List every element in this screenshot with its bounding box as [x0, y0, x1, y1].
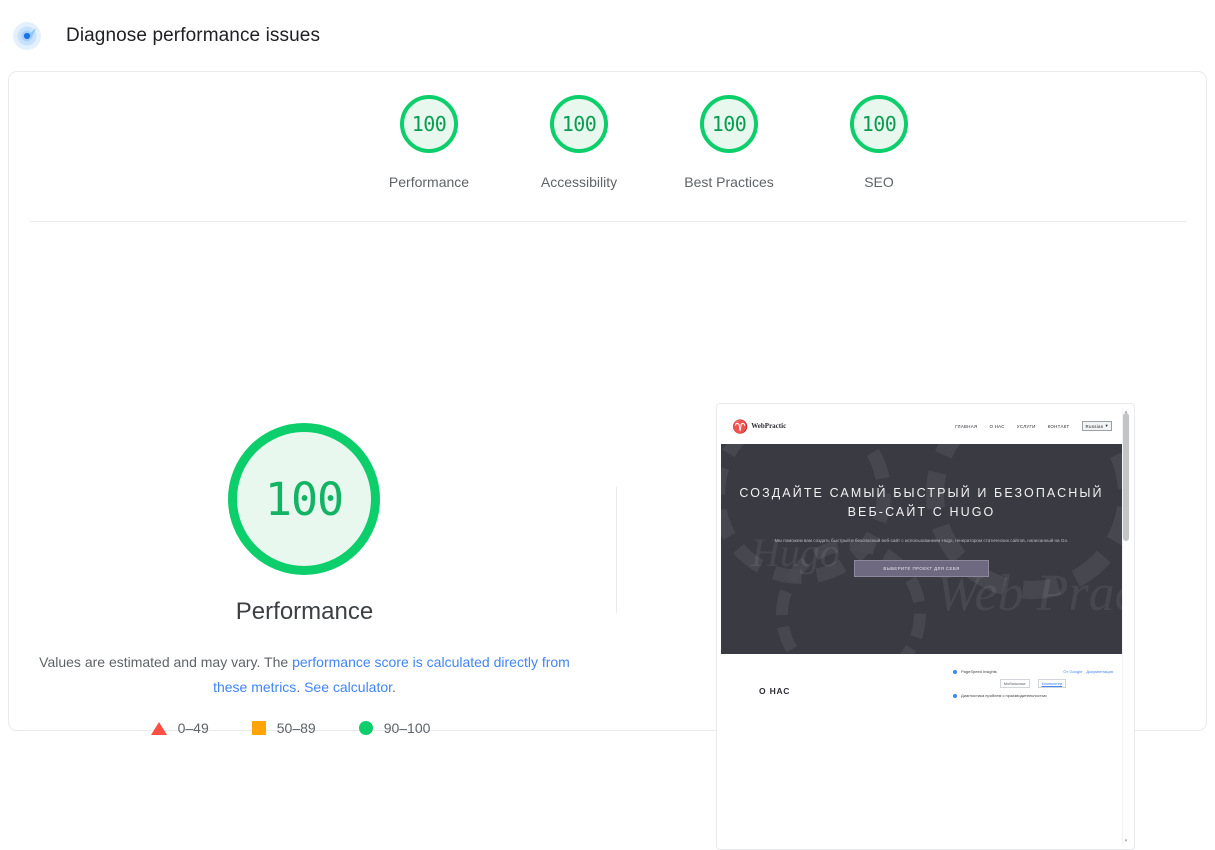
- gauge-label: SEO: [864, 174, 894, 190]
- hero-cta-button: ВЫБЕРИТЕ ПРОЕКТ ДЛЯ СЕБЯ: [854, 560, 989, 577]
- performance-gauge-score: 100: [228, 423, 380, 575]
- category-gauge-performance[interactable]: 100 Performance: [354, 95, 504, 221]
- category-gauge-seo[interactable]: 100 SEO: [804, 95, 954, 221]
- site-navbar: ♈ WebPractic ГЛАВНАЯ О НАС УСЛУГИ КОНТАК…: [721, 408, 1122, 444]
- score-summary: 100 Performance Values are estimated and…: [9, 222, 600, 736]
- legend-item-fail: 0–49: [150, 720, 209, 736]
- page-header: Diagnose performance issues: [0, 0, 1215, 71]
- gauge-label: Best Practices: [684, 174, 774, 190]
- legend-range: 50–89: [276, 720, 316, 736]
- site-nav-item-contact: КОНТАКТ: [1047, 423, 1070, 429]
- legend-range: 0–49: [177, 720, 209, 736]
- legend-item-pass: 90–100: [358, 720, 431, 736]
- score-disclaimer: Values are estimated and may vary. The p…: [37, 650, 572, 700]
- legend-item-average: 50–89: [251, 720, 316, 736]
- about-section-title: О НАС: [759, 686, 791, 696]
- triangle-fail-icon: [150, 721, 167, 735]
- circle-pass-icon: [358, 721, 373, 735]
- psi-tab-mobile: Мобильные: [999, 679, 1030, 688]
- performance-detail-section: 100 Performance Values are estimated and…: [9, 222, 1206, 850]
- psi-device-tabs: Мобильные Компьютер: [953, 679, 1113, 688]
- vertical-divider: [616, 487, 617, 613]
- hero-content: СОЗДАЙТЕ САМЫЙ БЫСТРЫЙ И БЕЗОПАСНЫЙ ВЕБ-…: [721, 444, 1122, 577]
- category-gauge-accessibility[interactable]: 100 Accessibility: [504, 95, 654, 221]
- site-nav-item-about: О НАС: [989, 423, 1005, 429]
- language-select-value: Russian: [1085, 423, 1104, 429]
- site-nav-links: ГЛАВНАЯ О НАС УСЛУГИ КОНТАКТ Russian ▾: [955, 421, 1112, 431]
- psi-tab-desktop: Компьютер: [1037, 679, 1067, 688]
- site-about-section: О НАС PageSpeed Insights От Google Докум…: [721, 654, 1122, 732]
- hero-subtitle: Мы поможем вам создать быстрый и безопас…: [774, 538, 1069, 543]
- logo-mark-icon: ♈: [732, 418, 749, 434]
- screenshot-scrollbar-thumb[interactable]: [1123, 413, 1129, 541]
- page-screenshot-thumbnail[interactable]: ♈ WebPractic ГЛАВНАЯ О НАС УСЛУГИ КОНТАК…: [716, 403, 1135, 850]
- lighthouse-report-card: 100 Performance 100 Accessibility 100 Be…: [8, 71, 1207, 850]
- gauge-label: Accessibility: [540, 174, 618, 190]
- scroll-down-arrow-icon[interactable]: ▾: [1122, 837, 1130, 845]
- gauge-score: 100: [700, 95, 758, 153]
- performance-gauge-title: Performance: [235, 598, 374, 625]
- logo-text: WebPractic: [751, 422, 787, 430]
- disclaimer-text-2: .: [296, 679, 305, 695]
- scroll-up-arrow-icon[interactable]: ▴: [1122, 408, 1130, 416]
- psi-action-google: От Google: [1063, 669, 1083, 674]
- legend-range: 90–100: [383, 720, 431, 736]
- gauge-score: 100: [850, 95, 908, 153]
- chevron-down-icon: ▾: [1105, 423, 1108, 428]
- site-nav-item-services: УСЛУГИ: [1016, 423, 1036, 429]
- category-gauge-best-practices[interactable]: 100 Best Practices: [654, 95, 804, 221]
- disclaimer-text-1: Values are estimated and may vary. The: [39, 654, 293, 670]
- category-gauge-strip: 100 Performance 100 Accessibility 100 Be…: [9, 72, 1206, 221]
- see-calculator-link[interactable]: See calculator: [304, 679, 392, 695]
- site-logo: ♈ WebPractic: [732, 420, 786, 433]
- psi-widget-footer: Диагностика проблем с производительность…: [953, 693, 1113, 698]
- psi-widget-title: PageSpeed Insights: [961, 669, 997, 674]
- psi-action-docs: Документация: [1086, 669, 1113, 674]
- performance-gauge: 100: [154, 423, 454, 575]
- site-nav-item-home: ГЛАВНАЯ: [955, 423, 978, 429]
- psi-bullet-icon: [953, 693, 957, 698]
- lighthouse-radar-icon: [12, 21, 42, 51]
- screenshot-viewport: ♈ WebPractic ГЛАВНАЯ О НАС УСЛУГИ КОНТАК…: [721, 408, 1122, 847]
- psi-overlay-widget: PageSpeed Insights От Google Документаци…: [953, 669, 1113, 703]
- score-legend: 0–49 50–89 90–100: [9, 720, 572, 736]
- disclaimer-text-3: .: [392, 679, 396, 695]
- language-select: Russian ▾: [1081, 421, 1112, 431]
- psi-logo-icon: [953, 669, 957, 674]
- gauge-score: 100: [550, 95, 608, 153]
- gauge-label: Performance: [388, 174, 470, 190]
- psi-footer-text: Диагностика проблем с производительность…: [961, 693, 1047, 698]
- square-average-icon: [251, 721, 266, 735]
- hero-title: СОЗДАЙТЕ САМЫЙ БЫСТРЫЙ И БЕЗОПАСНЫЙ ВЕБ-…: [739, 486, 1104, 519]
- site-hero: Hugo Web Practic СОЗДАЙТЕ САМЫЙ БЫСТРЫЙ …: [721, 444, 1122, 654]
- page-title: Diagnose performance issues: [66, 24, 321, 46]
- gauge-score: 100: [400, 95, 458, 153]
- psi-widget-header: PageSpeed Insights От Google Документаци…: [953, 669, 1113, 674]
